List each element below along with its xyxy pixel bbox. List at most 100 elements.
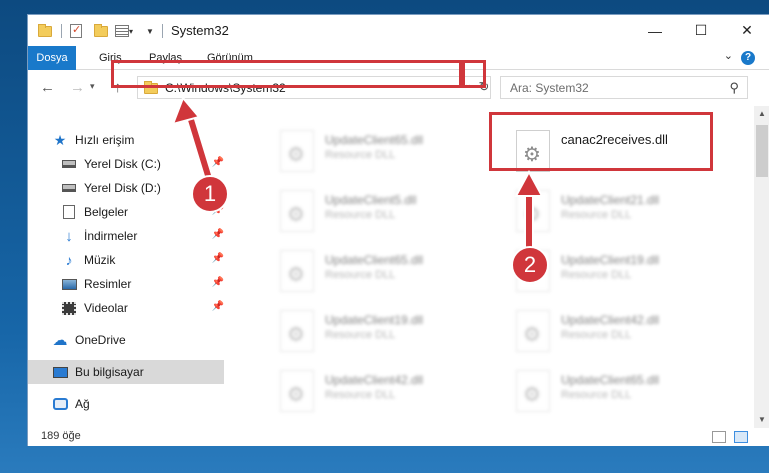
search-icon[interactable]: ⚲: [729, 80, 739, 96]
search-placeholder[interactable]: Ara: System32: [510, 81, 589, 95]
details-view-icon[interactable]: [712, 431, 726, 443]
list-item[interactable]: ⚙ UpdateClient21.dll Resource DLL: [516, 190, 746, 244]
separator: [61, 22, 62, 40]
file-name: UpdateClient19.dll: [561, 253, 660, 267]
chevron-down-icon: ▼: [146, 26, 154, 36]
file-description: Resource DLL: [325, 329, 396, 341]
file-description: Resource DLL: [561, 269, 632, 281]
list-item[interactable]: ⚙ UpdateClient19.dll Resource DLL: [516, 250, 746, 304]
nav-label: OneDrive: [75, 333, 126, 347]
nav-onedrive[interactable]: ☁ OneDrive: [28, 328, 224, 352]
pin-icon[interactable]: 📌: [212, 253, 224, 264]
nav-label: Müzik: [84, 253, 116, 267]
pin-icon[interactable]: 📌: [212, 229, 224, 240]
back-arrow-icon[interactable]: ←: [40, 79, 55, 96]
customize-qa-button[interactable]: ▼: [146, 22, 154, 40]
status-bar: 189 öğe: [28, 428, 769, 446]
file-name: UpdateClient42.dll: [561, 313, 660, 327]
window-title: System32: [171, 23, 229, 38]
minimize-button[interactable]: —: [632, 15, 678, 46]
network-icon: [52, 396, 68, 412]
dll-file-icon: ⚙: [280, 250, 314, 292]
vertical-scrollbar[interactable]: ▲ ▼: [754, 106, 769, 428]
gear-icon: ⚙: [287, 384, 305, 406]
nav-network[interactable]: Ağ: [28, 392, 224, 416]
nav-label: Belgeler: [84, 205, 129, 219]
file-name: UpdateClient65.dll: [561, 373, 660, 387]
computer-icon: [52, 364, 68, 380]
nav-label: İndirmeler: [84, 229, 138, 243]
title-bar: ▾ ▼ System32 — ☐ ✕: [28, 15, 769, 46]
drive-icon: [61, 180, 77, 196]
list-item[interactable]: ⚙ UpdateClient65.dll Resource DLL: [280, 130, 510, 184]
dll-file-icon: ⚙: [280, 370, 314, 412]
item-count: 189 öğe: [41, 430, 81, 442]
file-description: Resource DLL: [561, 389, 632, 401]
file-description: Resource DLL: [325, 389, 396, 401]
file-name: UpdateClient65.dll: [325, 133, 424, 147]
dll-file-icon: ⚙: [516, 310, 550, 352]
nav-label: Videolar: [84, 301, 128, 315]
list-item[interactable]: ⚙ UpdateClient42.dll Resource DLL: [516, 310, 746, 364]
expand-ribbon-icon[interactable]: ⌄: [724, 49, 733, 62]
maximize-button[interactable]: ☐: [678, 15, 724, 46]
dll-file-icon: ⚙: [280, 190, 314, 232]
pin-icon[interactable]: 📌: [212, 157, 224, 168]
dll-file-icon: ⚙: [280, 130, 314, 172]
address-highlight-box: [111, 60, 462, 88]
file-description: Resource DLL: [325, 209, 396, 221]
nav-pictures[interactable]: Resimler 📌: [28, 272, 224, 296]
nav-videos[interactable]: Videolar 📌: [28, 296, 224, 320]
large-icons-view-icon[interactable]: [734, 431, 748, 443]
navigation-pane: ★ Hızlı erişim Yerel Disk (C:) 📌 Yerel D…: [28, 106, 224, 428]
list-item[interactable]: ⚙ UpdateClient5.dll Resource DLL: [280, 190, 510, 244]
recent-locations-icon[interactable]: ▾: [90, 81, 95, 92]
nav-label: Yerel Disk (D:): [84, 181, 161, 195]
file-description: Resource DLL: [561, 329, 632, 341]
dll-file-icon: ⚙: [516, 190, 550, 232]
properties-icon[interactable]: [70, 22, 82, 40]
view-icon[interactable]: ▾: [115, 22, 133, 40]
nav-music[interactable]: ♪ Müzik 📌: [28, 248, 225, 272]
pin-icon[interactable]: 📌: [212, 277, 224, 288]
dll-file-icon: ⚙: [280, 310, 314, 352]
nav-quick-access[interactable]: ★ Hızlı erişim: [28, 128, 224, 152]
file-name: UpdateClient19.dll: [325, 313, 424, 327]
gear-icon: ⚙: [287, 144, 305, 166]
list-item[interactable]: ⚙ UpdateClient19.dll Resource DLL: [280, 310, 510, 364]
downloads-icon: ↓: [65, 227, 73, 245]
search-box[interactable]: Ara: System32 ⚲: [500, 76, 748, 99]
folder-icon: [38, 22, 52, 40]
file-description: Resource DLL: [325, 269, 396, 281]
nav-disk-c[interactable]: Yerel Disk (C:) 📌: [28, 152, 224, 176]
nav-label: Hızlı erişim: [75, 133, 135, 147]
gear-icon: ⚙: [287, 204, 305, 226]
help-icon[interactable]: ?: [741, 51, 755, 65]
refresh-highlight-box: [462, 60, 486, 88]
scroll-up-icon[interactable]: ▲: [754, 106, 769, 122]
new-folder-icon[interactable]: [94, 22, 108, 40]
list-item[interactable]: ⚙ UpdateClient42.dll Resource DLL: [280, 370, 510, 424]
list-item[interactable]: ⚙ UpdateClient65.dll Resource DLL: [516, 370, 746, 424]
scroll-thumb[interactable]: [756, 125, 768, 177]
star-icon: ★: [53, 131, 67, 148]
gear-icon: ⚙: [523, 204, 541, 226]
music-icon: ♪: [65, 252, 73, 268]
gear-icon: ⚙: [287, 324, 305, 346]
callout-badge-1: 1: [191, 175, 229, 213]
nav-this-pc[interactable]: Bu bilgisayar: [28, 360, 224, 384]
forward-arrow-icon[interactable]: →: [70, 79, 85, 96]
gear-icon: ⚙: [523, 384, 541, 406]
documents-icon: [61, 204, 77, 220]
callout-badge-2: 2: [511, 246, 549, 284]
pictures-icon: [61, 276, 77, 292]
nav-downloads[interactable]: ↓ İndirmeler 📌: [28, 224, 224, 248]
scroll-down-icon[interactable]: ▼: [754, 412, 769, 428]
separator: [162, 22, 163, 40]
nav-label: Bu bilgisayar: [75, 365, 144, 379]
pin-icon[interactable]: 📌: [212, 301, 224, 312]
file-description: Resource DLL: [561, 209, 632, 221]
close-button[interactable]: ✕: [724, 15, 769, 46]
list-item[interactable]: ⚙ UpdateClient65.dll Resource DLL: [280, 250, 510, 304]
nav-label: Ağ: [75, 397, 90, 411]
